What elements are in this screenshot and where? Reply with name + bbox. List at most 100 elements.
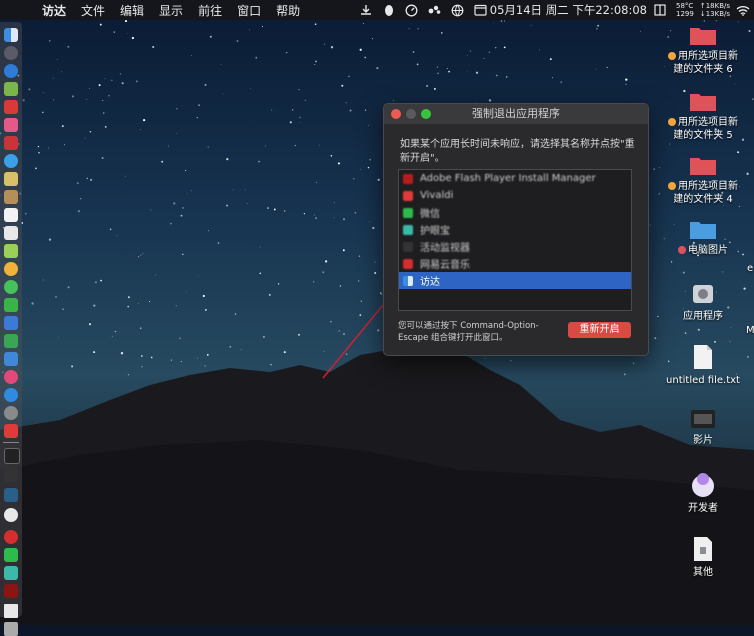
menu-view[interactable]: 显示 (159, 2, 183, 19)
app-name: 微信 (420, 209, 440, 220)
qq-penguin-icon[interactable] (382, 3, 396, 17)
zoom-window-button[interactable] (421, 109, 431, 119)
dock-app-red-icon[interactable] (4, 100, 18, 114)
app-list-item[interactable]: 网易云音乐 (399, 255, 631, 272)
menu-window[interactable]: 窗口 (237, 2, 261, 19)
desktop-item-folder-6[interactable]: 用所选项目新建的文件夹 6 (664, 24, 742, 76)
globe-icon[interactable] (451, 3, 465, 17)
dialog-title: 强制退出应用程序 (472, 107, 560, 120)
dock-trash-icon[interactable] (4, 622, 18, 636)
desktop-item-folder-5[interactable]: 用所选项目新建的文件夹 5 (664, 90, 742, 142)
menu-go[interactable]: 前往 (198, 2, 222, 19)
dock-android-icon[interactable] (4, 82, 18, 96)
dock-preferences-icon[interactable] (4, 406, 18, 420)
dock-app-red2-icon[interactable] (4, 136, 18, 150)
menu-help[interactable]: 帮助 (276, 2, 300, 19)
dock-calendar-icon[interactable] (4, 208, 18, 222)
dock-eyecare-icon[interactable] (4, 566, 18, 580)
dialog-titlebar[interactable]: 强制退出应用程序 (384, 104, 648, 124)
dock-app-store-blue-icon[interactable] (4, 154, 18, 168)
dock-vivaldi-icon[interactable] (4, 424, 18, 438)
cloud-dots-icon[interactable] (428, 3, 442, 17)
red-folder-icon (690, 28, 716, 45)
net-up-text: ↑18KB/s (699, 2, 730, 10)
menu-file[interactable]: 文件 (81, 2, 105, 19)
desktop-item-movies[interactable]: 影片 (664, 408, 742, 447)
desktop-partial-label: M (746, 325, 754, 336)
dock-activity-icon[interactable] (4, 468, 18, 482)
app-name: 活动监视器 (420, 243, 470, 254)
movie-icon (691, 410, 715, 428)
red-folder-icon (690, 158, 716, 175)
developer-icon (692, 473, 714, 497)
desktop-item-computer-pictures[interactable]: 电脑图片 (664, 218, 742, 257)
dock-appstore-icon[interactable] (4, 388, 18, 402)
app-name: Adobe Flash Player Install Manager (420, 173, 596, 184)
dock-flash-icon[interactable] (4, 584, 18, 598)
close-window-button[interactable] (391, 109, 401, 119)
download-icon[interactable] (359, 3, 373, 17)
dock-app-pink-icon[interactable] (4, 118, 18, 132)
net-down-text: ↓13KB/s (699, 10, 730, 18)
desktop-item-other[interactable]: 其他 (664, 536, 742, 579)
activity-monitor-icon (403, 241, 413, 252)
date-time-clock[interactable]: 05月14日 周二 下午22:08:08 (490, 2, 647, 18)
app-list[interactable]: Adobe Flash Player Install Manager Vival… (398, 169, 632, 311)
app-list-item[interactable]: Vivaldi (399, 187, 631, 204)
dock-yandex-icon[interactable] (4, 508, 18, 522)
app-list-item-selected[interactable]: 访达 (399, 272, 631, 289)
wechat-icon (403, 207, 413, 218)
desktop-item-folder-4[interactable]: 用所选项目新建的文件夹 4 (664, 154, 742, 206)
dock-contacts-icon[interactable] (4, 190, 18, 204)
dock-launchpad-icon[interactable] (4, 46, 18, 60)
dock-keynote-icon[interactable] (4, 352, 18, 366)
minimize-window-button[interactable] (406, 109, 416, 119)
menu-app-finder[interactable]: 访达 (42, 2, 66, 19)
app-list-item[interactable]: 活动监视器 (399, 238, 631, 255)
calendar-icon[interactable] (474, 3, 488, 17)
dock-document-icon[interactable] (4, 604, 18, 618)
app-name: Vivaldi (420, 190, 454, 201)
dock-music-icon[interactable] (4, 370, 18, 384)
desktop-item-label: 用所选项目新建的文件夹 6 (664, 50, 742, 76)
dock-numbers-icon[interactable] (4, 334, 18, 348)
relaunch-button[interactable]: 重新开启 (568, 322, 631, 338)
dock-app-teal-icon[interactable] (4, 488, 18, 502)
dock (0, 22, 22, 636)
desktop-item-label: 开发者 (688, 503, 718, 514)
speedometer-icon[interactable] (405, 3, 419, 17)
dock-separator (3, 442, 19, 443)
text-file-icon (694, 345, 712, 369)
menu-edit[interactable]: 编辑 (120, 2, 144, 19)
desktop-item-label: untitled file.txt (666, 375, 740, 386)
shortcut-hint: 您可以通过按下 Command-Option-Escape 组合键打开此窗口。 (398, 321, 539, 343)
finder-icon (403, 275, 413, 286)
dock-messages-icon[interactable] (4, 280, 18, 294)
app-list-item[interactable]: Adobe Flash Player Install Manager (399, 170, 631, 187)
dock-facetime-icon[interactable] (4, 298, 18, 312)
dock-app-blue-icon[interactable] (4, 316, 18, 330)
vivaldi-icon (403, 190, 413, 201)
desktop-item-developer[interactable]: 开发者 (664, 470, 742, 515)
dock-wechat-icon[interactable] (4, 548, 18, 562)
dock-notes-icon[interactable] (4, 172, 18, 186)
netease-music-icon (403, 258, 413, 269)
network-speed-readout[interactable]: ↑18KB/s ↓13KB/s (700, 2, 730, 18)
temp-readout[interactable]: 58°C 1299 (676, 2, 694, 18)
app-name: 访达 (420, 277, 440, 288)
dock-netease-music-icon[interactable] (4, 530, 18, 544)
app-list-item[interactable]: 护眼宝 (399, 221, 631, 238)
dock-photos-icon[interactable] (4, 262, 18, 276)
dock-safari-icon[interactable] (4, 64, 18, 78)
flash-player-icon (403, 173, 413, 184)
dock-reminders-icon[interactable] (4, 226, 18, 240)
window-layout-icon[interactable] (653, 3, 667, 17)
dock-finder-icon[interactable] (4, 28, 18, 42)
desktop-item-applications[interactable]: 应用程序 (664, 282, 742, 323)
dock-terminal-icon[interactable] (4, 448, 20, 464)
applications-disk-icon (693, 285, 713, 303)
desktop-item-untitled-file[interactable]: untitled file.txt (660, 344, 746, 387)
dock-notes-green-icon[interactable] (4, 244, 18, 258)
wifi-icon[interactable] (736, 3, 750, 17)
app-list-item[interactable]: 微信 (399, 204, 631, 221)
